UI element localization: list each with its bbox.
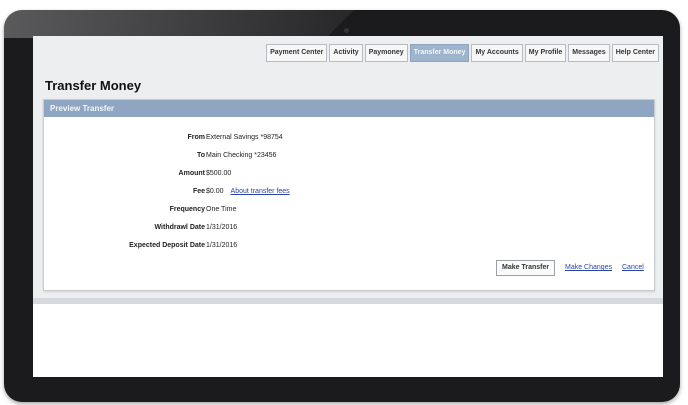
amount-label: Amount [178,170,205,177]
tab-messages[interactable]: Messages [568,44,610,62]
tab-transfer-money[interactable]: Transfer Money [409,44,470,62]
frequency-label: Frequency [169,206,205,213]
to-value: Main Checking *23456 [206,152,277,159]
withdrawal-date-label: Withdrawl Date [154,224,206,231]
camera-dot [344,28,349,33]
tab-help-center[interactable]: Help Center [611,44,659,62]
lower-blank-area [33,304,663,377]
from-label: From [187,134,206,141]
tab-my-profile[interactable]: My Profile [524,44,567,62]
fee-value-group: $0.00 About transfer fees [206,188,290,195]
tab-payment-center[interactable]: Payment Center [266,44,328,62]
frequency-value: One Time [206,206,237,213]
about-transfer-fees-link[interactable]: About transfer fees [231,188,290,195]
browser-screen: Payment Center Activity Paymoney Transfe… [33,36,663,377]
make-changes-link[interactable]: Make Changes [565,264,612,271]
preview-transfer-panel: Preview Transfer From External Savings *… [43,99,655,291]
amount-value: $500.00 [206,170,232,177]
withdrawal-date-value: 1/31/2016 [206,224,238,231]
tab-my-accounts[interactable]: My Accounts [471,44,523,62]
tab-activity[interactable]: Activity [329,44,363,62]
cancel-link[interactable]: Cancel [622,264,644,271]
fee-label: Fee [192,188,205,195]
deposit-date-value: 1/31/2016 [206,242,238,249]
screen-glare [4,10,354,38]
deposit-date-label: Expected Deposit Date [129,242,205,249]
panel-header: Preview Transfer [44,100,654,117]
make-transfer-button[interactable]: Make Transfer [496,260,556,276]
tab-paymoney[interactable]: Paymoney [364,44,408,62]
from-value: External Savings *98754 [206,134,283,141]
page-title: Transfer Money [45,78,142,93]
top-nav: Payment Center Activity Paymoney Transfe… [266,44,659,62]
to-label: To [196,152,205,159]
fee-value: $0.00 [206,188,224,195]
